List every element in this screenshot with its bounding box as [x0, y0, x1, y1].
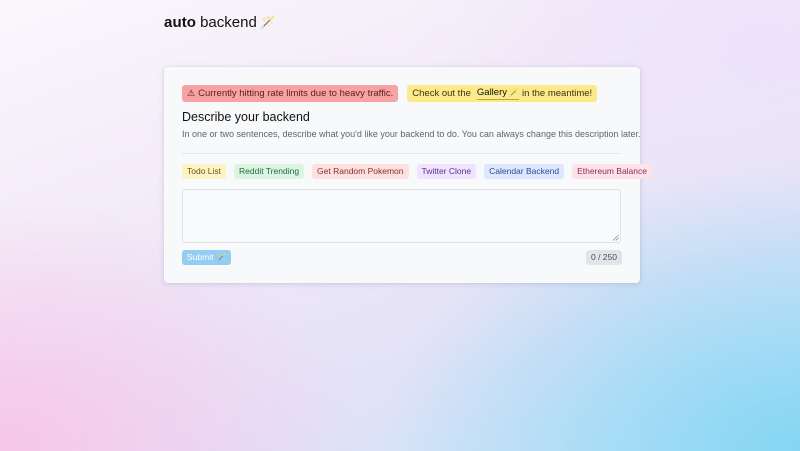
submit-button[interactable]: Submit 🪄: [182, 250, 232, 265]
example-chips: Todo List Reddit Trending Get Random Pok…: [182, 164, 652, 179]
app-logo[interactable]: auto backend 🪄: [164, 12, 276, 32]
resize-handle-icon[interactable]: [612, 234, 619, 241]
describe-backend-card: ⚠ Currently hitting rate limits due to h…: [164, 67, 652, 283]
example-chip-reddit-trending[interactable]: Reddit Trending: [234, 164, 305, 179]
submit-button-label: Submit: [187, 252, 214, 262]
divider: [182, 153, 621, 154]
gallery-notice-suffix: in the meantime!: [521, 88, 593, 99]
gallery-notice: Check out the Gallery 🪄 in the meantime!: [407, 85, 598, 102]
example-chip-twitter-clone[interactable]: Twitter Clone: [416, 164, 477, 179]
example-chip-todo-list[interactable]: Todo List: [182, 164, 227, 179]
logo-text-backend: backend: [200, 13, 257, 31]
gallery-link-label: Gallery: [476, 87, 507, 98]
magic-wand-icon: 🪄: [260, 15, 276, 29]
gallery-link[interactable]: Gallery 🪄: [476, 87, 519, 100]
logo-text-auto: auto: [164, 13, 197, 31]
example-chip-ethereum-balance[interactable]: Ethereum Balance: [572, 164, 652, 179]
example-chip-calendar-backend[interactable]: Calendar Backend: [484, 164, 565, 179]
notice-row: ⚠ Currently hitting rate limits due to h…: [182, 85, 598, 102]
form-subtitle: In one or two sentences, describe what y…: [182, 129, 641, 139]
rate-limit-warning-text: Currently hitting rate limits due to hea…: [198, 88, 394, 99]
character-counter: 0 / 250: [586, 250, 622, 265]
warning-icon: ⚠: [187, 88, 196, 98]
form-title: Describe your backend: [182, 110, 310, 124]
example-chip-get-random-pokemon[interactable]: Get Random Pokemon: [312, 164, 409, 179]
rate-limit-warning: ⚠ Currently hitting rate limits due to h…: [182, 85, 399, 102]
description-input[interactable]: [182, 189, 621, 243]
gallery-notice-prefix: Check out the: [412, 88, 471, 99]
magic-wand-icon: 🪄: [508, 88, 519, 97]
magic-wand-icon: 🪄: [216, 253, 227, 262]
